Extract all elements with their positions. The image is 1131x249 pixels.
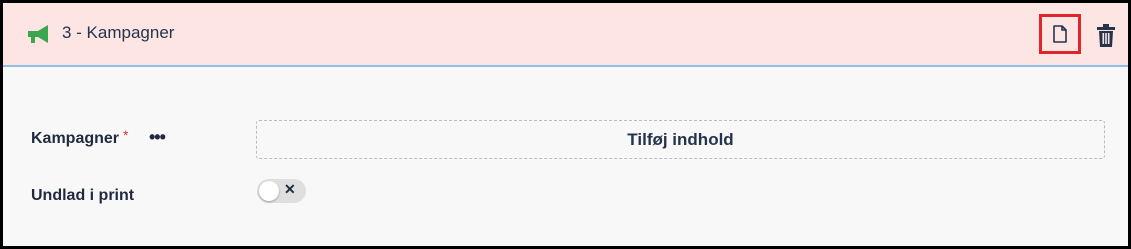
exclude-print-toggle[interactable]: ✕ — [257, 179, 306, 203]
campaigns-label: Kampagner * — [31, 127, 129, 148]
copy-button[interactable] — [1039, 14, 1081, 54]
copy-document-icon — [1053, 25, 1067, 43]
add-content-label: Tilføj indhold — [627, 129, 734, 149]
campaigns-label-text: Kampagner — [31, 130, 120, 147]
toggle-off-icon: ✕ — [284, 181, 296, 197]
add-content-button[interactable]: Tilføj indhold — [256, 120, 1105, 159]
required-marker: * — [123, 127, 129, 143]
exclude-print-label: Undlad i print — [31, 187, 135, 204]
block-title: 3 - Kampagner — [62, 23, 175, 42]
block-header: 3 - Kampagner — [3, 3, 1128, 67]
trash-icon[interactable] — [1095, 23, 1117, 49]
content-block-panel: 3 - Kampagner Kampagner * ••• Tilføj indh… — [0, 0, 1131, 249]
toggle-knob — [259, 181, 279, 201]
megaphone-icon — [28, 25, 48, 43]
more-options-button[interactable]: ••• — [149, 127, 166, 148]
